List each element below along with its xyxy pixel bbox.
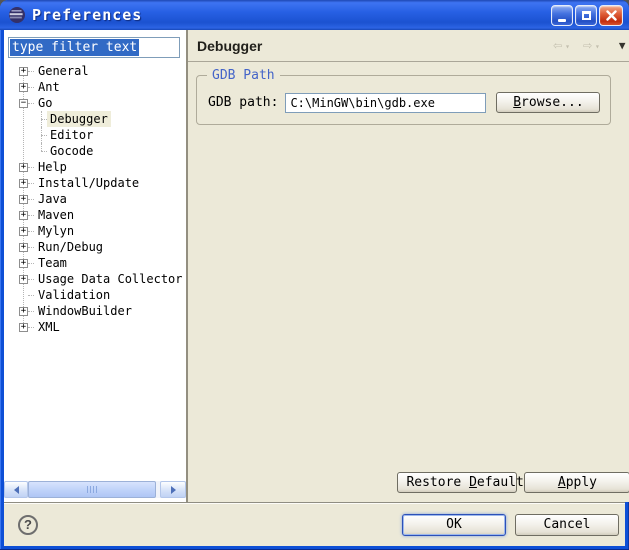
tree-expander-icon[interactable]: + — [19, 227, 28, 236]
tree-item-debugger[interactable]: Debugger — [4, 111, 186, 127]
restore-defaults-button[interactable]: Restore Defaults — [397, 472, 517, 493]
maximize-icon — [582, 11, 591, 20]
forward-icon[interactable]: ⇨ — [583, 38, 592, 53]
tree-item-install-update[interactable]: + Install/Update — [4, 175, 186, 191]
tree-item-java[interactable]: + Java — [4, 191, 186, 207]
page-header: Debugger ⇦ ▾ ⇨ ▾ ▼ — [188, 30, 629, 62]
tree-expander-icon[interactable]: + — [19, 243, 28, 252]
filter-input[interactable]: type filter text — [8, 37, 180, 58]
filter-input-text: type filter text — [10, 39, 139, 56]
tree-item-label: Mylyn — [35, 223, 77, 239]
tree-item-ant[interactable]: + Ant — [4, 79, 186, 95]
tree-item-label: Debugger — [47, 111, 111, 127]
tree-item-mylyn[interactable]: + Mylyn — [4, 223, 186, 239]
view-menu-icon[interactable]: ▼ — [619, 39, 626, 52]
tree-item-label: XML — [35, 319, 63, 335]
tree-item-label: Go — [35, 95, 55, 111]
tree-item-label: Run/Debug — [35, 239, 106, 255]
tree-expander-icon[interactable]: + — [19, 259, 28, 268]
preference-page: Debugger ⇦ ▾ ⇨ ▾ ▼ GDB Path GDB path: Br… — [188, 30, 629, 502]
tree-item-help[interactable]: + Help — [4, 159, 186, 175]
maximize-button[interactable] — [575, 5, 597, 26]
tree-expander-icon[interactable]: + — [19, 67, 28, 76]
tree-expander-icon[interactable]: + — [19, 275, 28, 284]
tree-expander-icon[interactable]: + — [19, 195, 28, 204]
scroll-thumb[interactable] — [28, 481, 156, 498]
tree-item-label: Team — [35, 255, 70, 271]
tree-item-editor[interactable]: Editor — [4, 127, 186, 143]
tree-item-gocode[interactable]: Gocode — [4, 143, 186, 159]
tree-item-label: Java — [35, 191, 70, 207]
preferences-tree: + General + Ant − Go Debugger Editor Goc… — [4, 63, 186, 335]
eclipse-logo-icon — [8, 6, 26, 24]
apply-button[interactable]: Apply — [524, 472, 629, 493]
tree-item-label: Help — [35, 159, 70, 175]
scroll-left-icon — [10, 486, 19, 494]
tree-item-validation[interactable]: Validation — [4, 287, 186, 303]
dialog-footer: ? OK Cancel — [4, 502, 625, 546]
tree-item-windowbuilder[interactable]: + WindowBuilder — [4, 303, 186, 319]
scroll-right-button[interactable] — [160, 481, 186, 498]
close-icon — [606, 10, 617, 21]
group-title: GDB Path — [207, 68, 280, 83]
tree-item-run-debug[interactable]: + Run/Debug — [4, 239, 186, 255]
page-title: Debugger — [197, 38, 553, 54]
back-dropdown-icon[interactable]: ▾ — [565, 42, 570, 51]
tree-expander-icon[interactable]: + — [19, 83, 28, 92]
tree-item-label: Validation — [35, 287, 113, 303]
tree-expander-icon[interactable]: + — [19, 179, 28, 188]
preferences-dialog: Preferences type filter text + General — [0, 0, 629, 550]
back-icon[interactable]: ⇦ — [553, 38, 562, 53]
close-button[interactable] — [599, 5, 623, 26]
tree-item-team[interactable]: + Team — [4, 255, 186, 271]
tree-item-label: Maven — [35, 207, 77, 223]
tree-item-go[interactable]: − Go — [4, 95, 186, 111]
gdb-path-group: GDB Path GDB path: Browse... — [196, 75, 611, 125]
tree-item-xml[interactable]: + XML — [4, 319, 186, 335]
ok-button[interactable]: OK — [402, 514, 506, 536]
forward-dropdown-icon[interactable]: ▾ — [595, 42, 600, 51]
gdb-path-input[interactable] — [285, 93, 486, 113]
scroll-left-button[interactable] — [4, 481, 28, 498]
cancel-button[interactable]: Cancel — [515, 514, 619, 536]
tree-item-label: Install/Update — [35, 175, 142, 191]
titlebar[interactable]: Preferences — [0, 0, 629, 30]
browse-button[interactable]: Browse... — [496, 92, 600, 113]
tree-expander-icon[interactable]: + — [19, 211, 28, 220]
preferences-sidebar: type filter text + General + Ant − Go De… — [4, 30, 186, 502]
scroll-right-icon — [171, 486, 180, 494]
minimize-button[interactable] — [551, 5, 573, 26]
tree-item-label: WindowBuilder — [35, 303, 135, 319]
tree-hscrollbar[interactable] — [4, 481, 186, 498]
tree-item-maven[interactable]: + Maven — [4, 207, 186, 223]
tree-item-general[interactable]: + General — [4, 63, 186, 79]
help-button[interactable]: ? — [18, 515, 38, 535]
tree-item-label: Ant — [35, 79, 63, 95]
tree-expander-icon[interactable]: + — [19, 323, 28, 332]
tree-item-label: Editor — [47, 127, 96, 143]
tree-item-label: Usage Data Collector — [35, 271, 186, 287]
gdb-path-label: GDB path: — [208, 95, 278, 110]
tree-expander-icon[interactable]: + — [19, 163, 28, 172]
tree-expander-icon[interactable]: + — [19, 307, 28, 316]
window-title: Preferences — [32, 6, 551, 24]
minimize-icon — [558, 19, 566, 22]
tree-item-label: General — [35, 63, 92, 79]
tree-expander-icon[interactable]: − — [19, 99, 28, 108]
tree-item-usage-data-collector[interactable]: + Usage Data Collector — [4, 271, 186, 287]
tree-item-label: Gocode — [47, 143, 96, 159]
